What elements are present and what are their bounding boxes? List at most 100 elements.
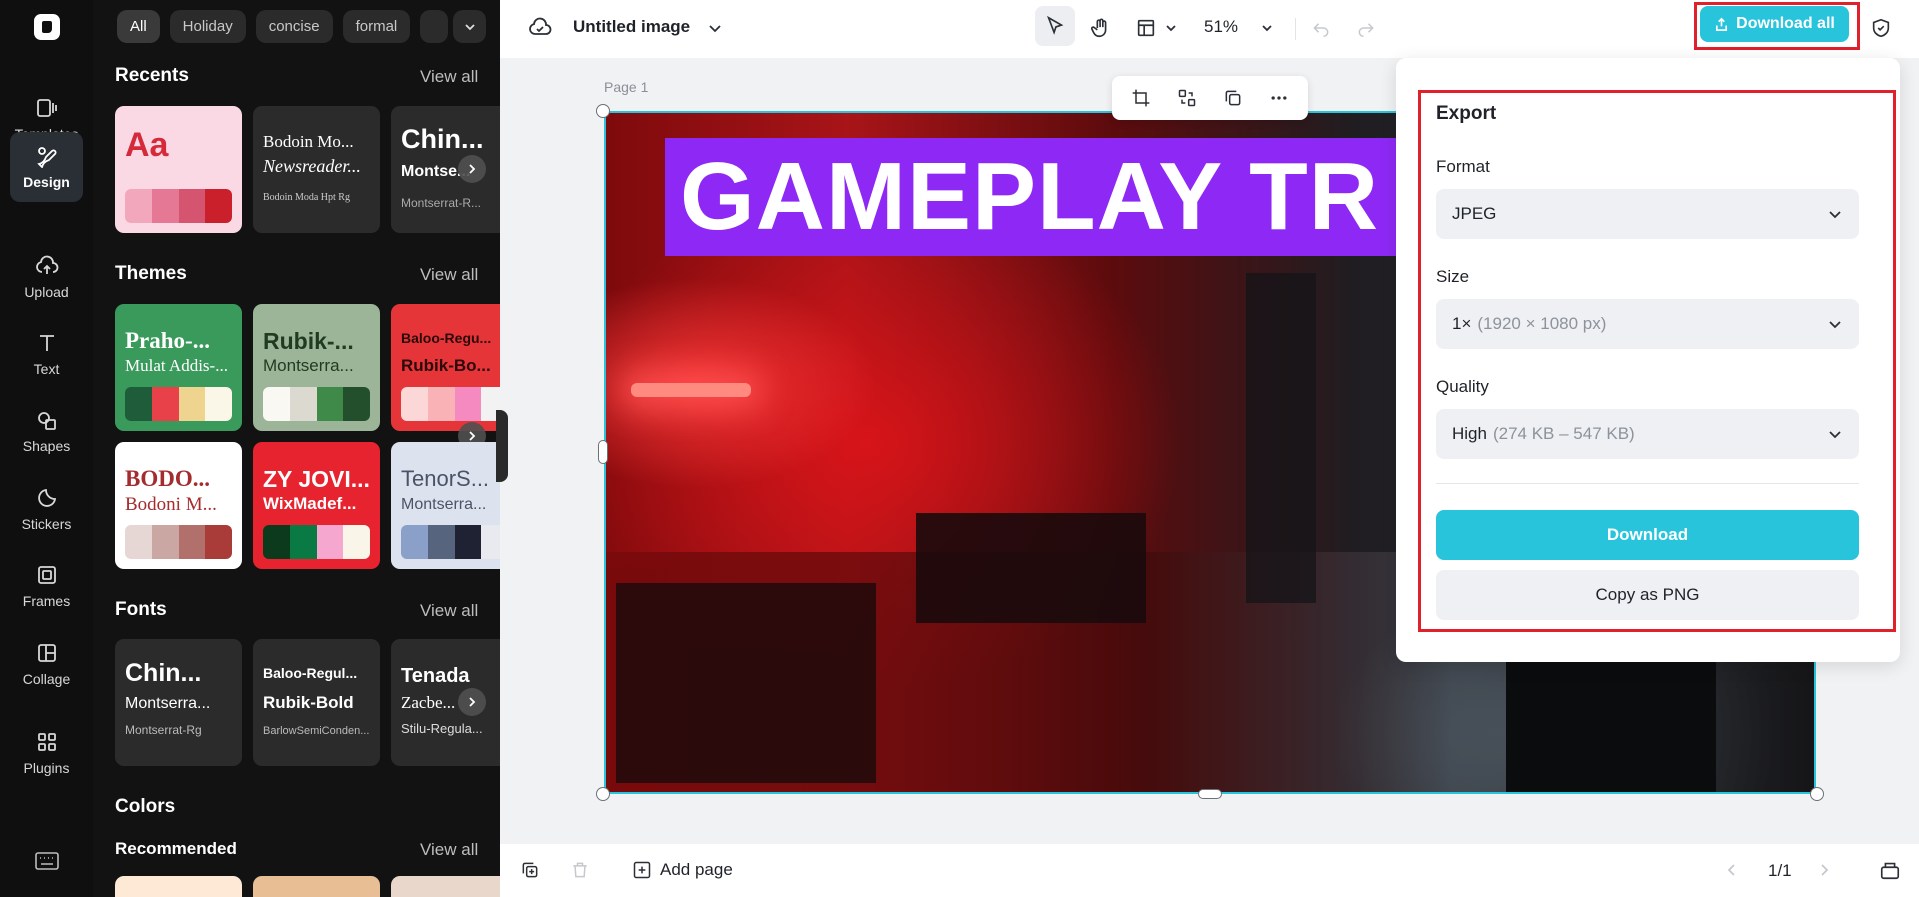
hand-tool-button[interactable] bbox=[1086, 13, 1116, 43]
chip-partial[interactable] bbox=[420, 10, 449, 43]
zoom-chevron-down-icon[interactable] bbox=[1252, 13, 1282, 43]
font-card-2[interactable]: Baloo-Regul... Rubik-Bold BarlowSemiCond… bbox=[253, 639, 380, 766]
design-icon bbox=[36, 147, 56, 168]
resize-handle-left[interactable] bbox=[598, 440, 608, 464]
resize-handle-top-left[interactable] bbox=[596, 104, 610, 118]
theme-card-2[interactable]: Rubik-... Montserra... bbox=[253, 304, 380, 431]
font-card-1-l1: Chin... bbox=[125, 659, 202, 687]
color-card-3[interactable] bbox=[391, 876, 500, 897]
scene-desk bbox=[916, 513, 1146, 623]
theme-card-2-l1: Rubik-... bbox=[263, 328, 354, 354]
colors-view-all[interactable]: View all bbox=[420, 840, 478, 860]
crop-icon[interactable] bbox=[1131, 88, 1151, 108]
themes-view-all[interactable]: View all bbox=[420, 265, 478, 285]
chip-holiday[interactable]: Holiday bbox=[169, 10, 246, 43]
duplicate-icon[interactable] bbox=[1223, 88, 1243, 108]
undo-button[interactable] bbox=[1306, 13, 1336, 43]
add-page-label: Add page bbox=[660, 860, 733, 879]
theme-swatch bbox=[454, 387, 482, 421]
theme-swatch bbox=[454, 525, 482, 559]
duplicate-page-icon[interactable] bbox=[518, 858, 542, 882]
app-logo[interactable] bbox=[34, 14, 60, 40]
select-tool-button[interactable] bbox=[1035, 6, 1075, 46]
recent-card-3-l3: Montserrat-R... bbox=[401, 196, 482, 210]
rail-frames[interactable]: Frames bbox=[10, 551, 83, 621]
page-label: Page 1 bbox=[604, 79, 649, 95]
rail-design[interactable]: Design bbox=[10, 132, 83, 202]
cloud-save-icon[interactable] bbox=[525, 13, 555, 43]
theme-swatch bbox=[263, 525, 290, 559]
shapes-icon bbox=[37, 412, 56, 430]
layout-chevron-down-icon[interactable] bbox=[1156, 13, 1186, 43]
title-chevron-down-icon[interactable] bbox=[700, 13, 730, 43]
font-card-3-l2: Zacbe... bbox=[401, 693, 456, 712]
font-card-1[interactable]: Chin... Montserra... Montserrat-Rg bbox=[115, 639, 242, 766]
replace-icon[interactable] bbox=[1177, 88, 1197, 108]
theme-card-5-l2: WixMadef... bbox=[263, 494, 357, 513]
filter-chips: All Holiday concise formal bbox=[117, 10, 449, 43]
rail-shapes[interactable]: Shapes bbox=[10, 396, 83, 466]
bottom-bar: Add page 1/1 bbox=[500, 844, 1919, 897]
layout-icon bbox=[1137, 19, 1155, 37]
document-title[interactable]: Untitled image bbox=[573, 17, 690, 37]
theme-card-3[interactable]: Baloo-Regu... Rubik-Bo... bbox=[391, 304, 500, 431]
fonts-next-button[interactable] bbox=[458, 688, 486, 716]
keyboard-icon[interactable] bbox=[35, 851, 59, 871]
resize-handle-bottom-left[interactable] bbox=[596, 787, 610, 801]
page-counter: 1/1 bbox=[1768, 861, 1792, 880]
rail-collage[interactable]: Collage bbox=[10, 629, 83, 699]
pages-panel-icon[interactable] bbox=[1878, 858, 1902, 882]
theme-swatch bbox=[125, 525, 152, 559]
theme-card-6[interactable]: TenorS... Montserra... bbox=[391, 442, 500, 569]
theme-card-4[interactable]: BODO... Bodoni M... bbox=[115, 442, 242, 569]
theme-card-5-l1: ZY JOVI... bbox=[263, 466, 370, 492]
resize-handle-bottom[interactable] bbox=[1198, 789, 1222, 799]
rail-text[interactable]: Text bbox=[10, 319, 83, 389]
download-all-highlight bbox=[1694, 2, 1860, 50]
rail-upload[interactable]: Upload bbox=[10, 242, 83, 312]
chip-concise[interactable]: concise bbox=[255, 10, 333, 43]
toolbar-divider bbox=[1295, 18, 1296, 40]
chips-expand-button[interactable] bbox=[453, 10, 486, 43]
color-card-1[interactable] bbox=[115, 876, 242, 897]
recent-card-1[interactable]: Aa bbox=[115, 106, 242, 233]
recent-card-2[interactable]: Bodoin Mo... Newsreader... Bodoin Moda H… bbox=[253, 106, 380, 233]
plugins-icon bbox=[37, 733, 56, 751]
add-page-button[interactable]: Add page bbox=[632, 860, 733, 880]
rail-frames-label: Frames bbox=[22, 593, 71, 609]
recents-next-button[interactable] bbox=[458, 155, 486, 183]
theme-swatch bbox=[205, 387, 232, 421]
theme-swatch bbox=[178, 525, 206, 559]
headline-text[interactable]: GAMEPLAY TR bbox=[665, 138, 1425, 256]
theme-swatch bbox=[401, 387, 428, 421]
chip-formal[interactable]: formal bbox=[342, 10, 411, 43]
font-card-1-l3: Montserrat-Rg bbox=[125, 723, 202, 737]
theme-card-1[interactable]: Praho-... Mulat Addis-... bbox=[115, 304, 242, 431]
theme-card-5[interactable]: ZY JOVI... WixMadef... bbox=[253, 442, 380, 569]
theme-card-1-l2: Mulat Addis-... bbox=[125, 356, 228, 375]
zoom-level[interactable]: 51% bbox=[1204, 17, 1238, 37]
rail-stickers[interactable]: Stickers bbox=[10, 474, 83, 544]
recent-card-1-sample: Aa bbox=[125, 126, 169, 164]
chip-all[interactable]: All bbox=[117, 10, 160, 43]
panel-collapse-handle[interactable] bbox=[496, 410, 508, 482]
delete-page-icon[interactable] bbox=[568, 858, 592, 882]
next-page-icon[interactable] bbox=[1812, 858, 1836, 882]
themes-title: Themes bbox=[115, 263, 187, 284]
more-options-icon[interactable] bbox=[1269, 88, 1289, 108]
resize-handle-bottom-right[interactable] bbox=[1810, 787, 1824, 801]
prev-page-icon[interactable] bbox=[1720, 858, 1744, 882]
theme-card-2-l2: Montserra... bbox=[263, 356, 354, 375]
scene-pillar bbox=[1246, 273, 1316, 603]
theme-swatch bbox=[263, 387, 290, 421]
color-card-2[interactable] bbox=[253, 876, 380, 897]
theme-card-3-swatches bbox=[401, 387, 500, 421]
redo-button[interactable] bbox=[1351, 13, 1381, 43]
cursor-icon bbox=[1047, 15, 1064, 35]
shield-check-icon[interactable] bbox=[1866, 13, 1896, 43]
hand-icon bbox=[1091, 18, 1107, 38]
rail-plugins[interactable]: Plugins bbox=[10, 718, 83, 788]
recents-view-all[interactable]: View all bbox=[420, 67, 478, 87]
fonts-view-all[interactable]: View all bbox=[420, 601, 478, 621]
rail-plugins-label: Plugins bbox=[23, 760, 70, 776]
